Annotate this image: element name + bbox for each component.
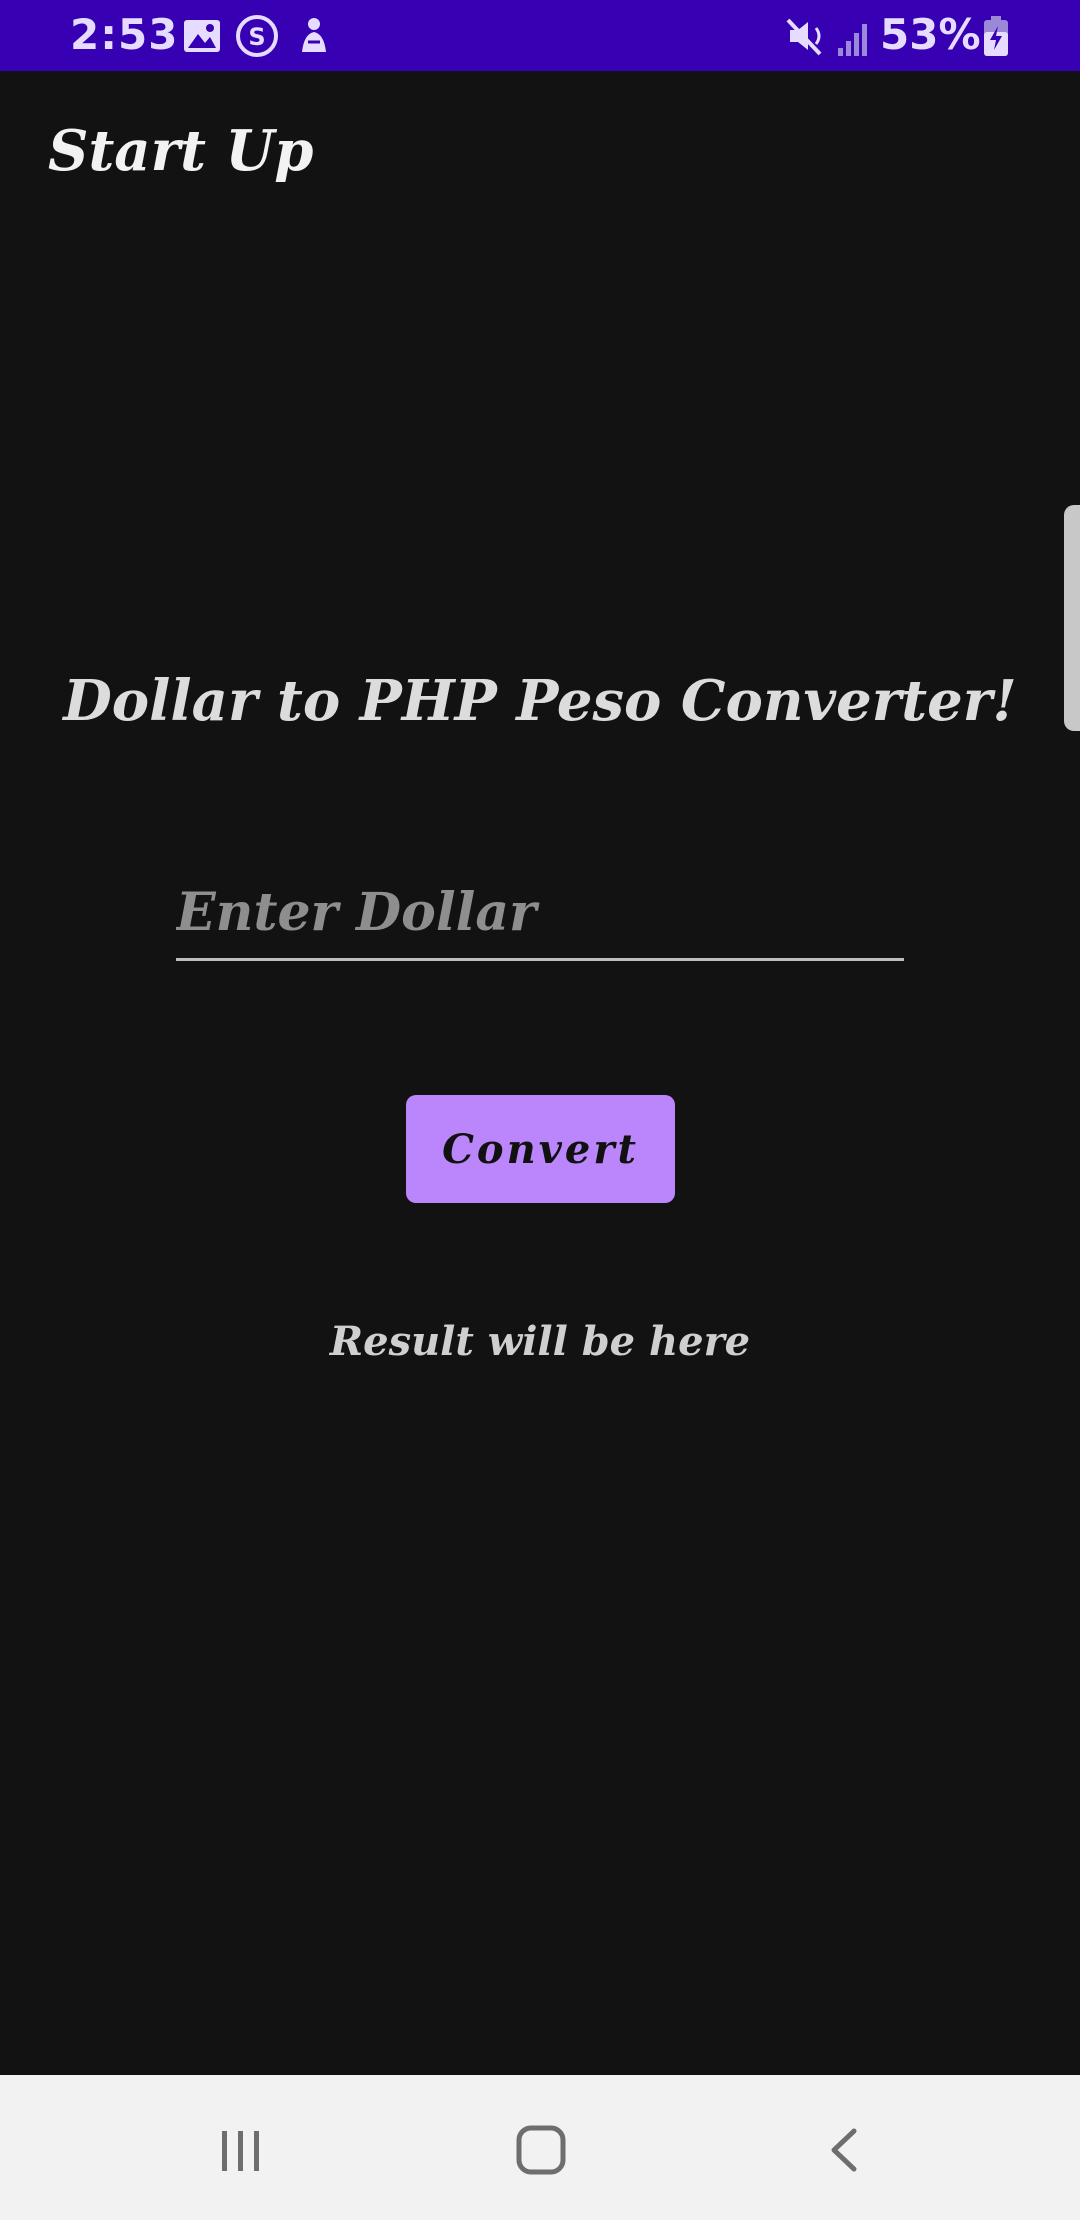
battery-charging-icon (984, 16, 1008, 56)
home-icon (516, 2125, 566, 2175)
convert-button[interactable]: Convert (406, 1095, 675, 1203)
signal-icon (838, 24, 867, 56)
s-app-icon: S (236, 15, 278, 57)
battery-percentage: 53% (880, 10, 981, 59)
recent-apps-button[interactable] (206, 2115, 276, 2185)
back-button[interactable] (810, 2115, 880, 2185)
result-text: Result will be here (329, 1318, 751, 1365)
page-heading: Dollar to PHP Peso Converter! (63, 668, 1017, 734)
navigation-bar (0, 2075, 1080, 2220)
dollar-input[interactable] (176, 870, 904, 954)
notification-app-icon (302, 18, 326, 52)
mute-icon (786, 18, 822, 56)
status-time: 2:53 (70, 10, 179, 59)
app-screen: 2:53 S 53% Start Up Dollar to PHP Peso C… (0, 0, 1080, 2220)
back-icon (831, 2128, 857, 2172)
dollar-input-container (176, 870, 904, 961)
home-button[interactable] (506, 2115, 576, 2185)
status-bar: 2:53 S 53% (0, 0, 1080, 71)
image-icon (184, 20, 220, 52)
recent-apps-icon (222, 2131, 259, 2171)
svg-text:S: S (248, 23, 265, 51)
app-title: Start Up (48, 118, 314, 184)
